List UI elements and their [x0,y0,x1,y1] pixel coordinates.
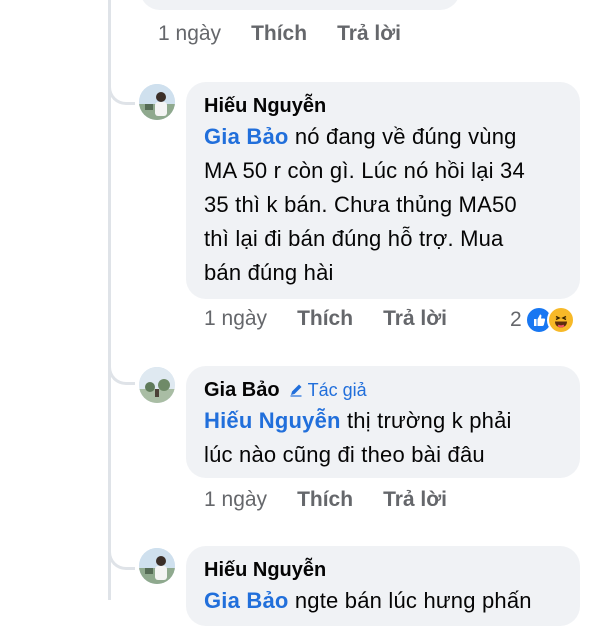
comment-text: Gia Bảo ngte bán lúc hưng phấn [204,584,562,618]
comment-time[interactable]: 1 ngày [204,488,267,512]
like-button[interactable]: Thích [297,488,353,512]
reply-button[interactable]: Trả lời [337,22,401,46]
haha-reaction-icon [546,306,575,334]
comment-time[interactable]: 1 ngày [204,307,267,331]
comment-text: Gia Bảo nó đang về đúng vùng MA 50 r còn… [204,120,562,290]
comment-line: lúc nào cũng đi theo bài đâu [204,442,485,467]
mention-link[interactable]: Gia Bảo [204,124,289,149]
comment-header: Gia Bảo Tác giả [204,376,562,404]
mention-link[interactable]: Hiếu Nguyễn [204,408,341,433]
comment-line: nó đang về đúng vùng [288,124,517,149]
comment-line: thị trường k phải [340,408,512,433]
reactions-summary[interactable]: 2 [510,306,575,334]
author-badge-label: Tác giả [307,379,367,400]
comment-bubble: Hiếu Nguyễn Gia Bảo ngte bán lúc hưng ph… [186,546,580,626]
previous-comment-bubble [140,0,460,10]
avatar[interactable] [139,367,175,403]
pencil-icon [290,384,302,397]
comment-text: Hiếu Nguyễn thị trường k phải lúc nào cũ… [204,404,562,472]
reaction-count: 2 [510,308,522,331]
avatar[interactable] [139,84,175,120]
comment-time[interactable]: 1 ngày [158,22,221,46]
comment-line: 35 thì k bán. Chưa thủng MA50 [204,192,517,217]
reply-button[interactable]: Trả lời [383,488,447,512]
reply-button[interactable]: Trả lời [383,307,447,331]
comment-author[interactable]: Hiếu Nguyễn [204,556,562,584]
thread-branch [108,525,135,570]
comment-bubble: Gia Bảo Tác giả Hiếu Nguyễn thị trường k… [186,366,580,478]
comment-line: thì lại đi bán đúng hỗ trợ. Mua [204,226,504,251]
avatar-photo [139,84,175,120]
thread-branch [108,70,135,105]
comment-line: MA 50 r còn gì. Lúc nó hồi lại 34 [204,158,525,183]
comment-line: bán đúng hài [204,260,334,285]
comment-actions-row: 1 ngày Thích Trả lời [204,307,447,331]
avatar-photo [139,367,175,403]
like-button[interactable]: Thích [251,22,307,46]
avatar-photo [139,548,175,584]
like-button[interactable]: Thích [297,307,353,331]
mention-link[interactable]: Gia Bảo [204,588,289,613]
comment-author[interactable]: Hiếu Nguyễn [204,92,562,120]
comment-author[interactable]: Gia Bảo [204,379,280,402]
thread-branch [108,340,135,385]
author-badge: Tác giả [288,380,367,401]
comment-actions-row: 1 ngày Thích Trả lời [204,488,447,512]
comment-bubble: Hiếu Nguyễn Gia Bảo nó đang về đúng vùng… [186,82,580,299]
avatar[interactable] [139,548,175,584]
top-actions-row: 1 ngày Thích Trả lời [158,22,401,46]
comment-line: ngte bán lúc hưng phấn [288,588,532,613]
